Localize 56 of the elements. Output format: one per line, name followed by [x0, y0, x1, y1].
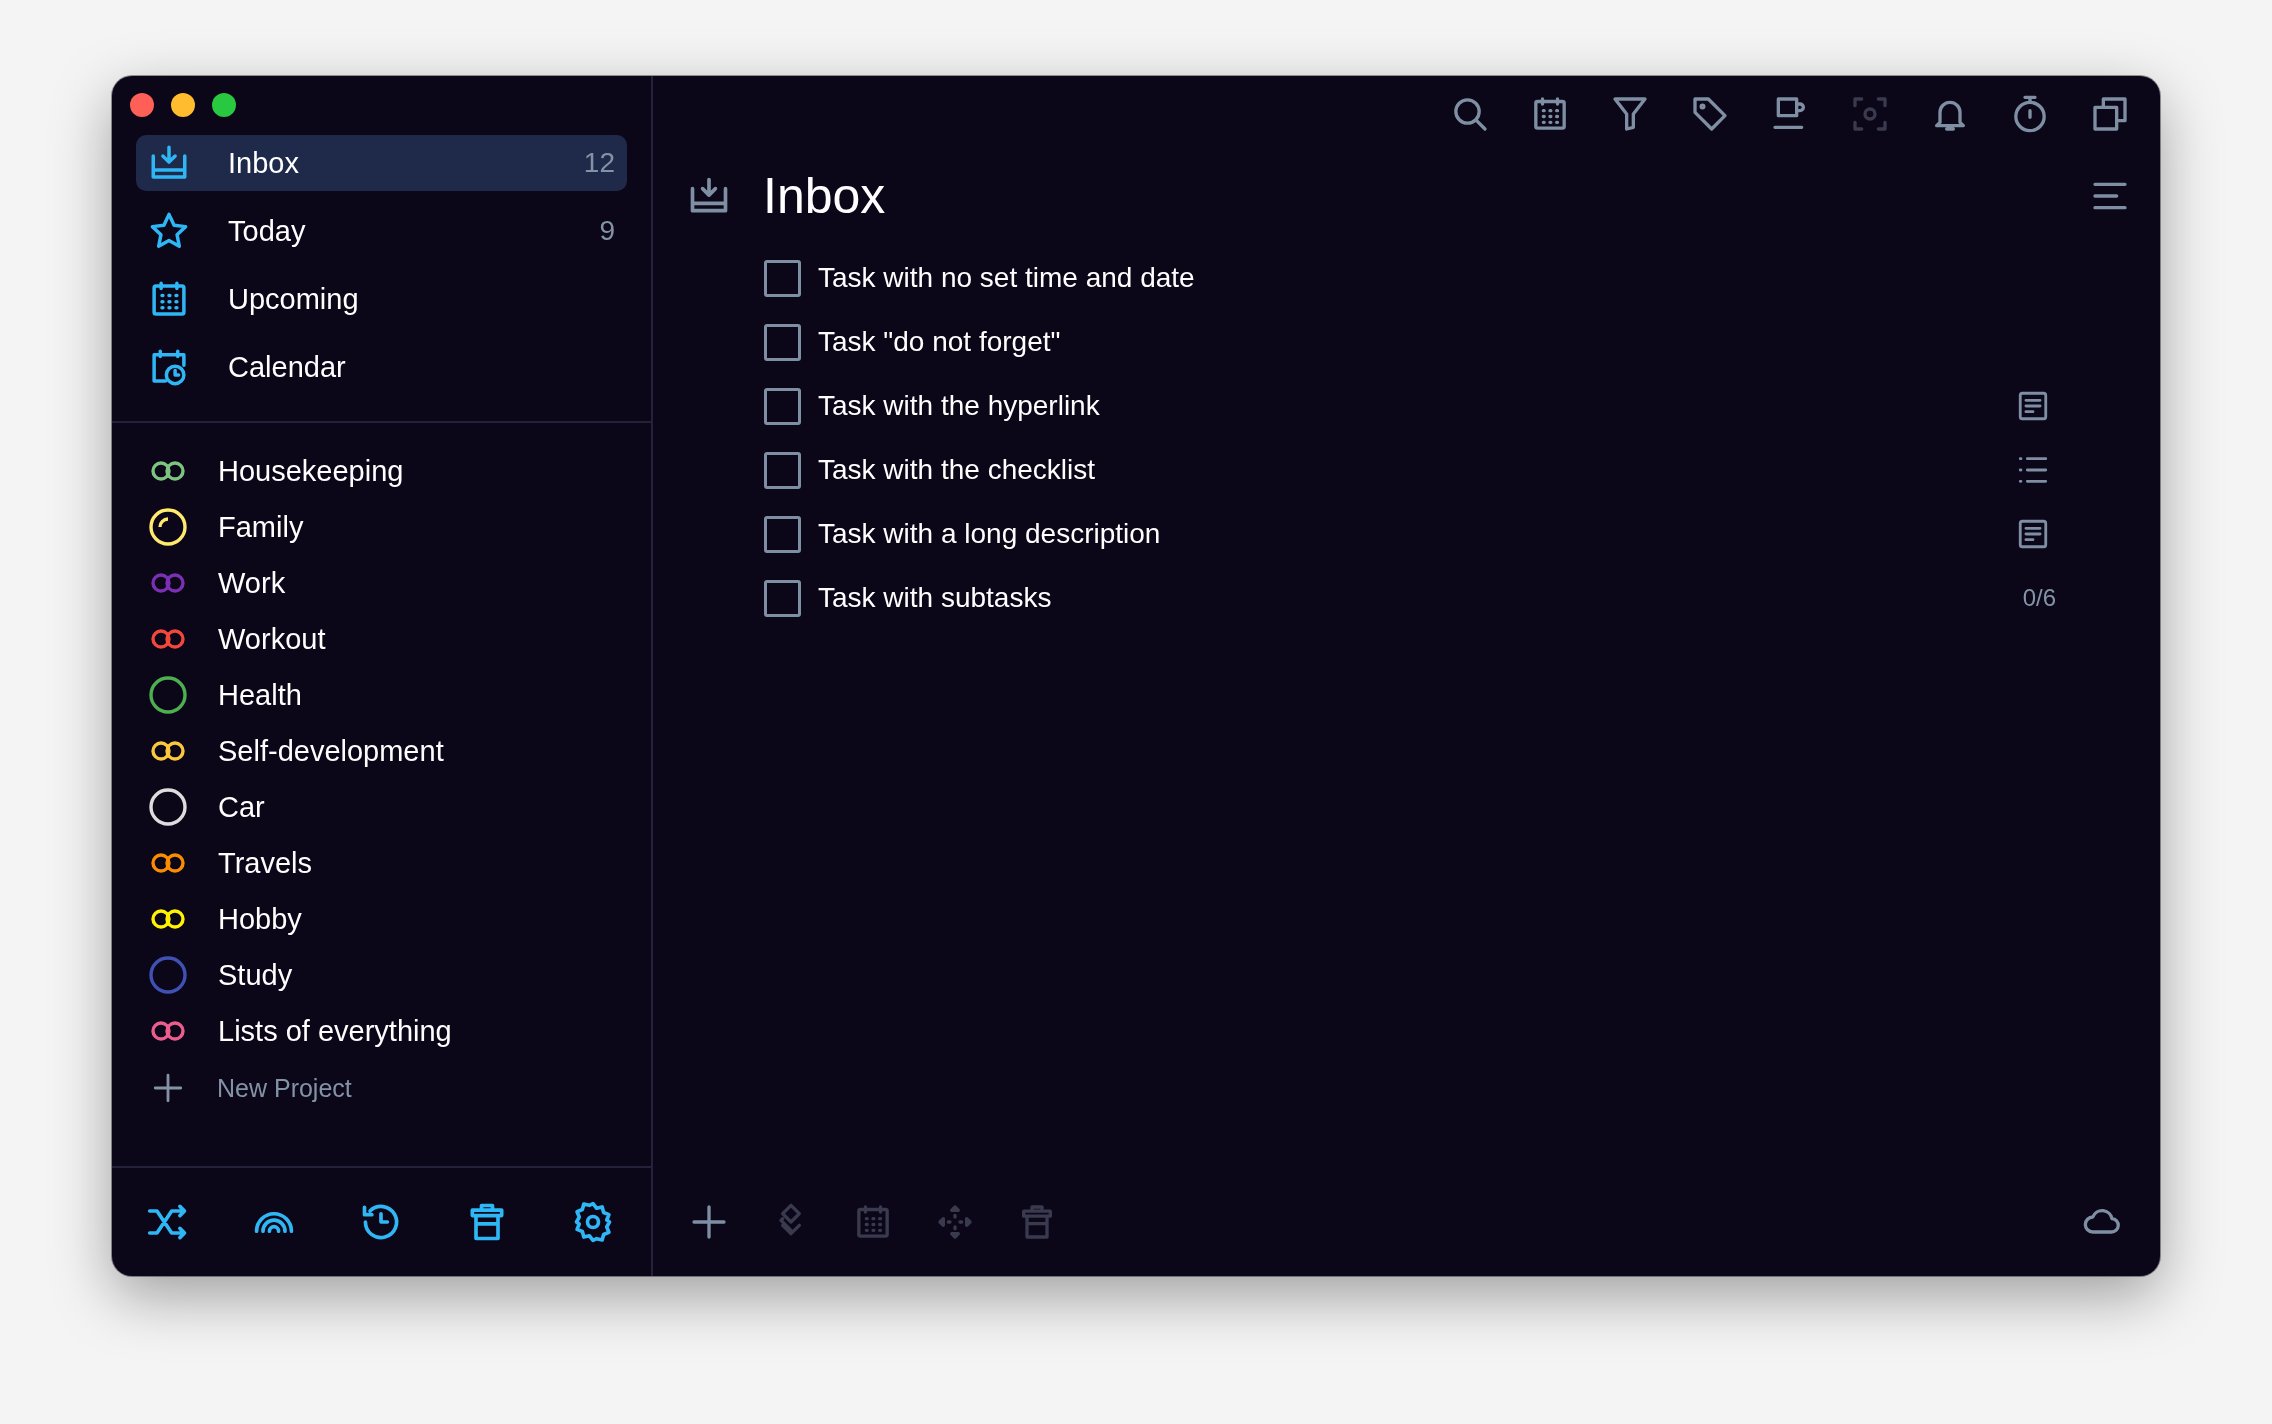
task-title[interactable]: Task with the hyperlink: [818, 390, 1100, 422]
project-label: Study: [218, 958, 293, 992]
project-item[interactable]: Study: [148, 947, 615, 1003]
project-item[interactable]: Car: [148, 779, 615, 835]
project-item[interactable]: Health: [148, 667, 615, 723]
new-project-link[interactable]: New Project: [148, 1059, 615, 1117]
project-label: Self-development: [218, 734, 444, 768]
project-label: Hobby: [218, 902, 302, 936]
project-item[interactable]: Travels: [148, 835, 615, 891]
sidebar-item-label: Today: [228, 214, 306, 248]
project-label: Lists of everything: [218, 1014, 452, 1048]
task-checkbox[interactable]: [764, 451, 801, 489]
project-item[interactable]: Work: [148, 555, 615, 611]
window-close-button[interactable]: [130, 93, 154, 117]
window-minimize-button[interactable]: [171, 93, 195, 117]
project-item[interactable]: Housekeeping: [148, 443, 615, 499]
project-item[interactable]: Family: [148, 499, 615, 555]
sidebar-item-label: Inbox: [228, 146, 299, 180]
sidebar-item[interactable]: Calendar: [136, 339, 627, 395]
sidebar-item[interactable]: Upcoming: [136, 271, 627, 327]
project-item[interactable]: Lists of everything: [148, 1003, 615, 1059]
task-checkbox[interactable]: [764, 515, 801, 553]
task-title[interactable]: Task with subtasks: [818, 582, 1052, 614]
project-label: Housekeeping: [218, 454, 404, 488]
task-title[interactable]: Task with no set time and date: [818, 262, 1195, 294]
sidebar-item[interactable]: Today 9: [136, 203, 627, 259]
task-checkbox[interactable]: [764, 259, 801, 297]
window-zoom-button[interactable]: [212, 93, 236, 117]
sidebar-item-label: Upcoming: [228, 282, 359, 316]
project-label: Car: [218, 790, 265, 824]
project-label: Workout: [218, 622, 326, 656]
item-count: 9: [599, 215, 615, 247]
project-label: Travels: [218, 846, 312, 880]
project-label: Family: [218, 510, 304, 544]
item-count: 12: [583, 147, 615, 179]
tag-icon[interactable]: [1690, 94, 1730, 134]
list-title: Inbox: [763, 167, 886, 225]
task-title[interactable]: Task "do not forget": [818, 326, 1061, 358]
sidebar-item-label: Calendar: [228, 350, 346, 384]
project-label: Work: [218, 566, 286, 600]
project-item[interactable]: Self-development: [148, 723, 615, 779]
task-checkbox[interactable]: [764, 323, 801, 361]
task-title[interactable]: Task with the checklist: [818, 454, 1095, 486]
project-item[interactable]: Hobby: [148, 891, 615, 947]
note-icon: [2016, 389, 2050, 423]
note-icon: [2016, 517, 2050, 551]
copy-icon[interactable]: [2090, 94, 2130, 134]
project-item[interactable]: Workout: [148, 611, 615, 667]
sidebar-item[interactable]: Inbox 12: [136, 135, 627, 191]
task-checkbox[interactable]: [764, 579, 801, 617]
task-checkbox[interactable]: [764, 387, 801, 425]
task-title[interactable]: Task with a long description: [818, 518, 1161, 550]
subtask-count: 0/6: [2022, 584, 2056, 612]
filter-icon[interactable]: [1610, 94, 1650, 134]
plus-icon: [151, 1071, 185, 1105]
project-label: Health: [218, 678, 302, 712]
